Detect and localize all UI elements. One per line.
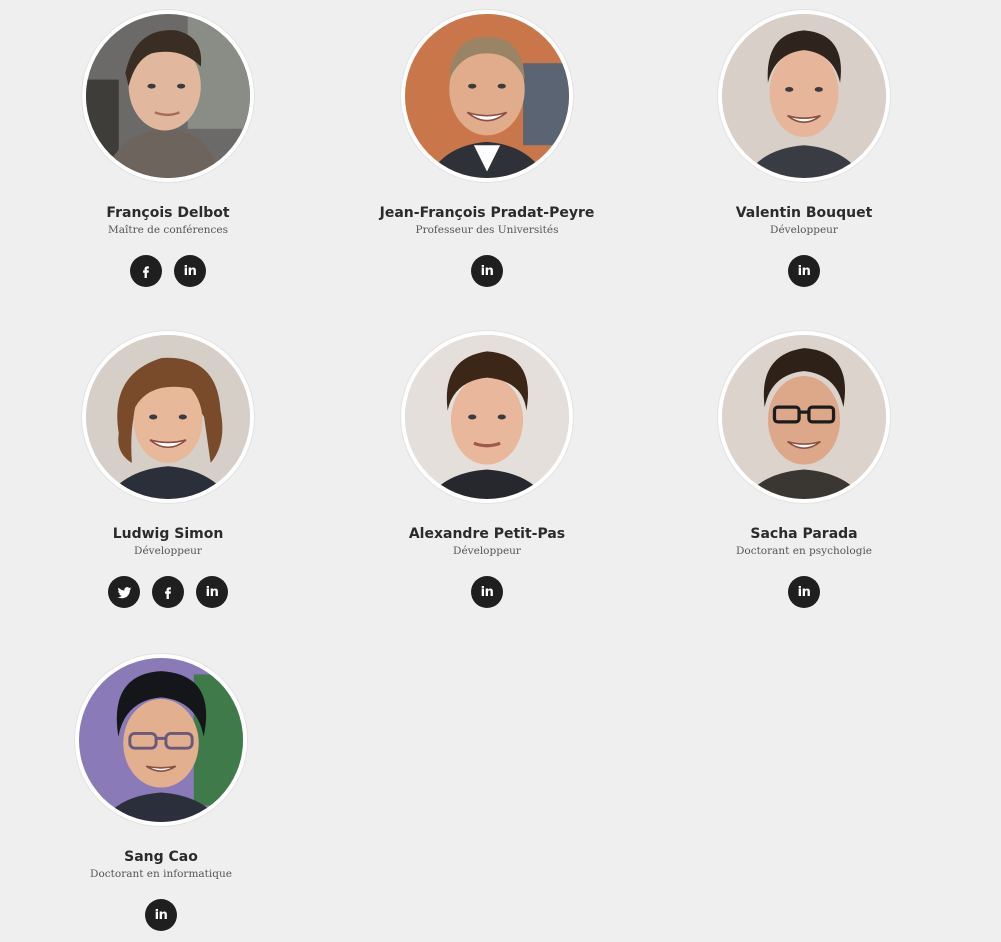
member-role: Professeur des Universités [415, 224, 559, 236]
portrait-image [405, 14, 569, 178]
team-member-ludwig-simon: Ludwig Simon Développeur in [38, 331, 298, 608]
linkedin-link[interactable]: in [788, 576, 820, 608]
team-member-sang-cao: Sang Cao Doctorant en informatique in [31, 654, 291, 931]
facebook-icon [165, 587, 171, 599]
member-photo [718, 331, 890, 503]
facebook-icon [143, 266, 149, 278]
portrait-image [86, 335, 250, 499]
team-member-jean-francois-pradat-peyre: Jean-François Pradat-Peyre Professeur de… [357, 10, 617, 287]
linkedin-link[interactable]: in [196, 576, 228, 608]
member-name: Valentin Bouquet [735, 205, 873, 221]
member-name: Alexandre Petit-Pas [408, 526, 566, 542]
team-member-francois-delbot: François Delbot Maître de conférences in [38, 10, 298, 287]
portrait-image [405, 335, 569, 499]
linkedin-icon: in [183, 263, 197, 279]
member-name: Ludwig Simon [112, 526, 224, 542]
facebook-link[interactable] [130, 255, 162, 287]
member-name: Jean-François Pradat-Peyre [379, 205, 595, 221]
member-role: Doctorant en informatique [90, 868, 232, 880]
member-role: Maître de conférences [108, 224, 228, 236]
linkedin-icon: in [154, 907, 168, 923]
team-member-valentin-bouquet: Valentin Bouquet Développeur in [674, 10, 934, 287]
linkedin-icon: in [480, 584, 494, 600]
member-photo [401, 331, 573, 503]
linkedin-icon: in [205, 584, 219, 600]
social-links: in [788, 576, 820, 608]
linkedin-link[interactable]: in [788, 255, 820, 287]
portrait-image [722, 335, 886, 499]
social-links: in [130, 255, 206, 287]
linkedin-link[interactable]: in [174, 255, 206, 287]
linkedin-icon: in [797, 584, 811, 600]
portrait-image [79, 658, 243, 822]
facebook-link[interactable] [152, 576, 184, 608]
member-photo [82, 10, 254, 182]
member-photo [82, 331, 254, 503]
linkedin-link[interactable]: in [471, 255, 503, 287]
linkedin-link[interactable]: in [145, 899, 177, 931]
member-photo [75, 654, 247, 826]
linkedin-icon: in [797, 263, 811, 279]
social-links: in [108, 576, 228, 608]
social-links: in [471, 576, 503, 608]
twitter-icon [117, 586, 131, 598]
member-role: Développeur [453, 545, 521, 557]
member-name: François Delbot [106, 205, 230, 221]
member-photo [718, 10, 890, 182]
member-name: Sacha Parada [750, 526, 858, 542]
member-role: Doctorant en psychologie [735, 545, 873, 557]
team-member-alexandre-petit-pas: Alexandre Petit-Pas Développeur in [357, 331, 617, 608]
member-name: Sang Cao [124, 849, 198, 865]
portrait-image [86, 14, 250, 178]
member-photo [401, 10, 573, 182]
team-member-sacha-parada: Sacha Parada Doctorant en psychologie in [674, 331, 934, 608]
member-role: Développeur [770, 224, 838, 236]
linkedin-icon: in [480, 263, 494, 279]
social-links: in [145, 899, 177, 931]
twitter-link[interactable] [108, 576, 140, 608]
member-role: Développeur [134, 545, 202, 557]
portrait-image [722, 14, 886, 178]
linkedin-link[interactable]: in [471, 576, 503, 608]
social-links: in [471, 255, 503, 287]
social-links: in [788, 255, 820, 287]
